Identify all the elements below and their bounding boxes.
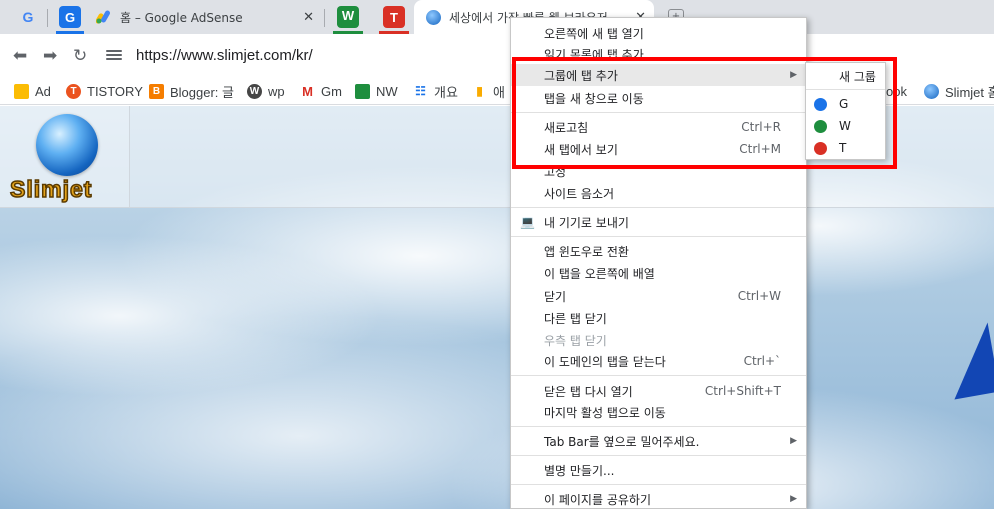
logo-text: Slimjet xyxy=(9,175,93,203)
menu-item-label: 이 탭을 오른쪽에 배열 xyxy=(544,266,655,281)
slimjet-logo[interactable]: Slimjet xyxy=(0,106,130,208)
menu-item-label: 닫은 탭 다시 열기 xyxy=(544,384,633,399)
bookmark-label: 애 xyxy=(493,84,505,100)
menu-separator xyxy=(511,455,806,456)
menu-close-other-tabs[interactable]: 다른 탭 닫기 xyxy=(511,307,806,329)
tab-group-g[interactable]: G xyxy=(56,0,84,34)
w-box-icon: W xyxy=(337,6,359,28)
tistory-icon: T xyxy=(66,83,81,99)
adsense-icon xyxy=(96,10,114,24)
tab-separator xyxy=(47,9,48,27)
menu-separator xyxy=(511,426,806,427)
laptop-icon: 💻 xyxy=(520,215,535,229)
menu-item-label: 이 도메인의 탭을 닫는다 xyxy=(544,354,666,369)
blogger-icon: B xyxy=(149,83,164,99)
menu-item-label: 사이트 음소거 xyxy=(544,186,615,201)
nw-icon xyxy=(355,83,370,99)
bookmark-label: wp xyxy=(268,83,285,99)
globe-icon xyxy=(924,83,939,99)
tab-separator xyxy=(324,9,325,27)
menu-go-last-active-tab[interactable]: 마지막 활성 탭으로 이동 xyxy=(511,401,806,423)
bookmark-gmail[interactable]: M Gm xyxy=(300,82,342,100)
tab-title-adsense: 홈 – Google AdSense xyxy=(120,10,243,25)
bookmark-blogger[interactable]: B Blogger: 글 xyxy=(149,82,234,100)
menu-separator xyxy=(511,207,806,208)
tab-adsense[interactable]: 홈 – Google AdSense ✕ xyxy=(92,0,322,34)
menu-tab-bar-side[interactable]: Tab Bar를 옆으로 밀어주세요. ▶ xyxy=(511,430,806,452)
menu-item-label: 앱 윈도우로 전환 xyxy=(544,244,629,259)
menu-create-alias[interactable]: 별명 만들기... xyxy=(511,459,806,481)
t-box-icon: T xyxy=(383,6,405,28)
menu-item-label: 내 기기로 보내기 xyxy=(544,215,629,230)
menu-separator xyxy=(511,236,806,237)
menu-close-right-tabs: 우측 탭 닫기 xyxy=(511,329,806,351)
tab-strip: G G 홈 – Google AdSense ✕ W T 세상에서 가장 빠른 … xyxy=(0,0,994,34)
menu-item-label: 닫기 xyxy=(544,289,567,304)
menu-arrange-tab-right[interactable]: 이 탭을 오른쪽에 배열 xyxy=(511,262,806,284)
menu-item-label: 별명 만들기... xyxy=(544,463,615,478)
bookmark-label: 개요 xyxy=(434,84,458,100)
menu-close-domain-tabs[interactable]: 이 도메인의 탭을 닫는다 Ctrl+` xyxy=(511,350,806,372)
annotation-highlight-box xyxy=(512,57,897,169)
gmail-icon: M xyxy=(302,83,313,99)
menu-item-label: 이 페이지를 공유하기 xyxy=(544,492,651,507)
menu-send-to-device[interactable]: 💻 내 기기로 보내기 xyxy=(511,211,806,233)
submenu-arrow-icon: ▶ xyxy=(790,494,797,504)
close-icon[interactable]: ✕ xyxy=(303,10,314,25)
back-arrow-icon[interactable]: ⬅ xyxy=(13,46,27,66)
bookmark-wp[interactable]: Wwp xyxy=(247,82,285,100)
bookmark-nw[interactable]: NW xyxy=(355,82,398,100)
menu-share-page[interactable]: 이 페이지를 공유하기 ▶ xyxy=(511,488,806,509)
bookmark-ad[interactable]: Ad xyxy=(14,82,51,100)
bookmark-label: TISTORY xyxy=(87,83,143,99)
shortcut-label: Ctrl+` xyxy=(743,354,781,368)
menu-item-label: 우측 탭 닫기 xyxy=(544,333,607,348)
menu-item-label: Tab Bar를 옆으로 밀어주세요. xyxy=(544,434,700,449)
shortcut-label: Ctrl+W xyxy=(737,289,781,303)
globe-icon xyxy=(426,9,441,25)
tab-group-t[interactable]: T xyxy=(379,0,409,34)
menu-separator xyxy=(511,375,806,376)
globe-logo-icon xyxy=(36,114,98,176)
adsense-icon xyxy=(14,83,29,99)
forward-arrow-icon[interactable]: ➡ xyxy=(43,46,57,66)
menu-reopen-closed-tab[interactable]: 닫은 탭 다시 열기 Ctrl+Shift+T xyxy=(511,380,806,402)
site-info-icon[interactable] xyxy=(106,48,122,62)
wordpress-icon: W xyxy=(247,83,262,99)
bookmark-label: Blogger: 글 xyxy=(170,84,234,100)
menu-item-label: 마지막 활성 탭으로 이동 xyxy=(544,405,666,420)
bookmark-label: Gm xyxy=(321,83,342,99)
menu-separator xyxy=(511,484,806,485)
bookmark-tistory[interactable]: T TISTORY xyxy=(66,82,143,100)
tab-group-w[interactable]: W xyxy=(333,0,363,34)
menu-open-tab-right[interactable]: 오른쪽에 새 탭 열기 xyxy=(511,22,806,44)
shortcut-label: Ctrl+Shift+T xyxy=(704,384,781,398)
menu-switch-app-window[interactable]: 앱 윈도우로 전환 xyxy=(511,240,806,262)
menu-mute-site[interactable]: 사이트 음소거 xyxy=(511,182,806,204)
reload-icon[interactable]: ↻ xyxy=(73,46,87,66)
bookmark-label: Ad xyxy=(35,83,51,99)
address-bar-url[interactable]: https://www.slimjet.com/kr/ xyxy=(136,47,313,64)
overview-icon: ☷ xyxy=(415,84,426,98)
google-g-icon: G xyxy=(22,9,34,25)
bookmark-analytics[interactable]: ▮ 애 xyxy=(472,82,505,100)
tab-google[interactable]: G xyxy=(10,0,46,34)
flag-graphic xyxy=(942,322,994,400)
bookmark-label: Slimjet 홈 xyxy=(945,84,994,100)
analytics-icon: ▮ xyxy=(476,84,483,98)
submenu-arrow-icon: ▶ xyxy=(790,436,797,446)
g-box-icon: G xyxy=(59,6,81,28)
bookmark-label: NW xyxy=(376,83,398,99)
menu-close[interactable]: 닫기 Ctrl+W xyxy=(511,285,806,307)
bookmark-slimjet[interactable]: Slimjet 홈 xyxy=(924,82,994,100)
menu-item-label: 다른 탭 닫기 xyxy=(544,311,607,326)
bookmark-overview[interactable]: ☷ 개요 xyxy=(413,82,458,100)
menu-item-label: 오른쪽에 새 탭 열기 xyxy=(544,26,644,41)
